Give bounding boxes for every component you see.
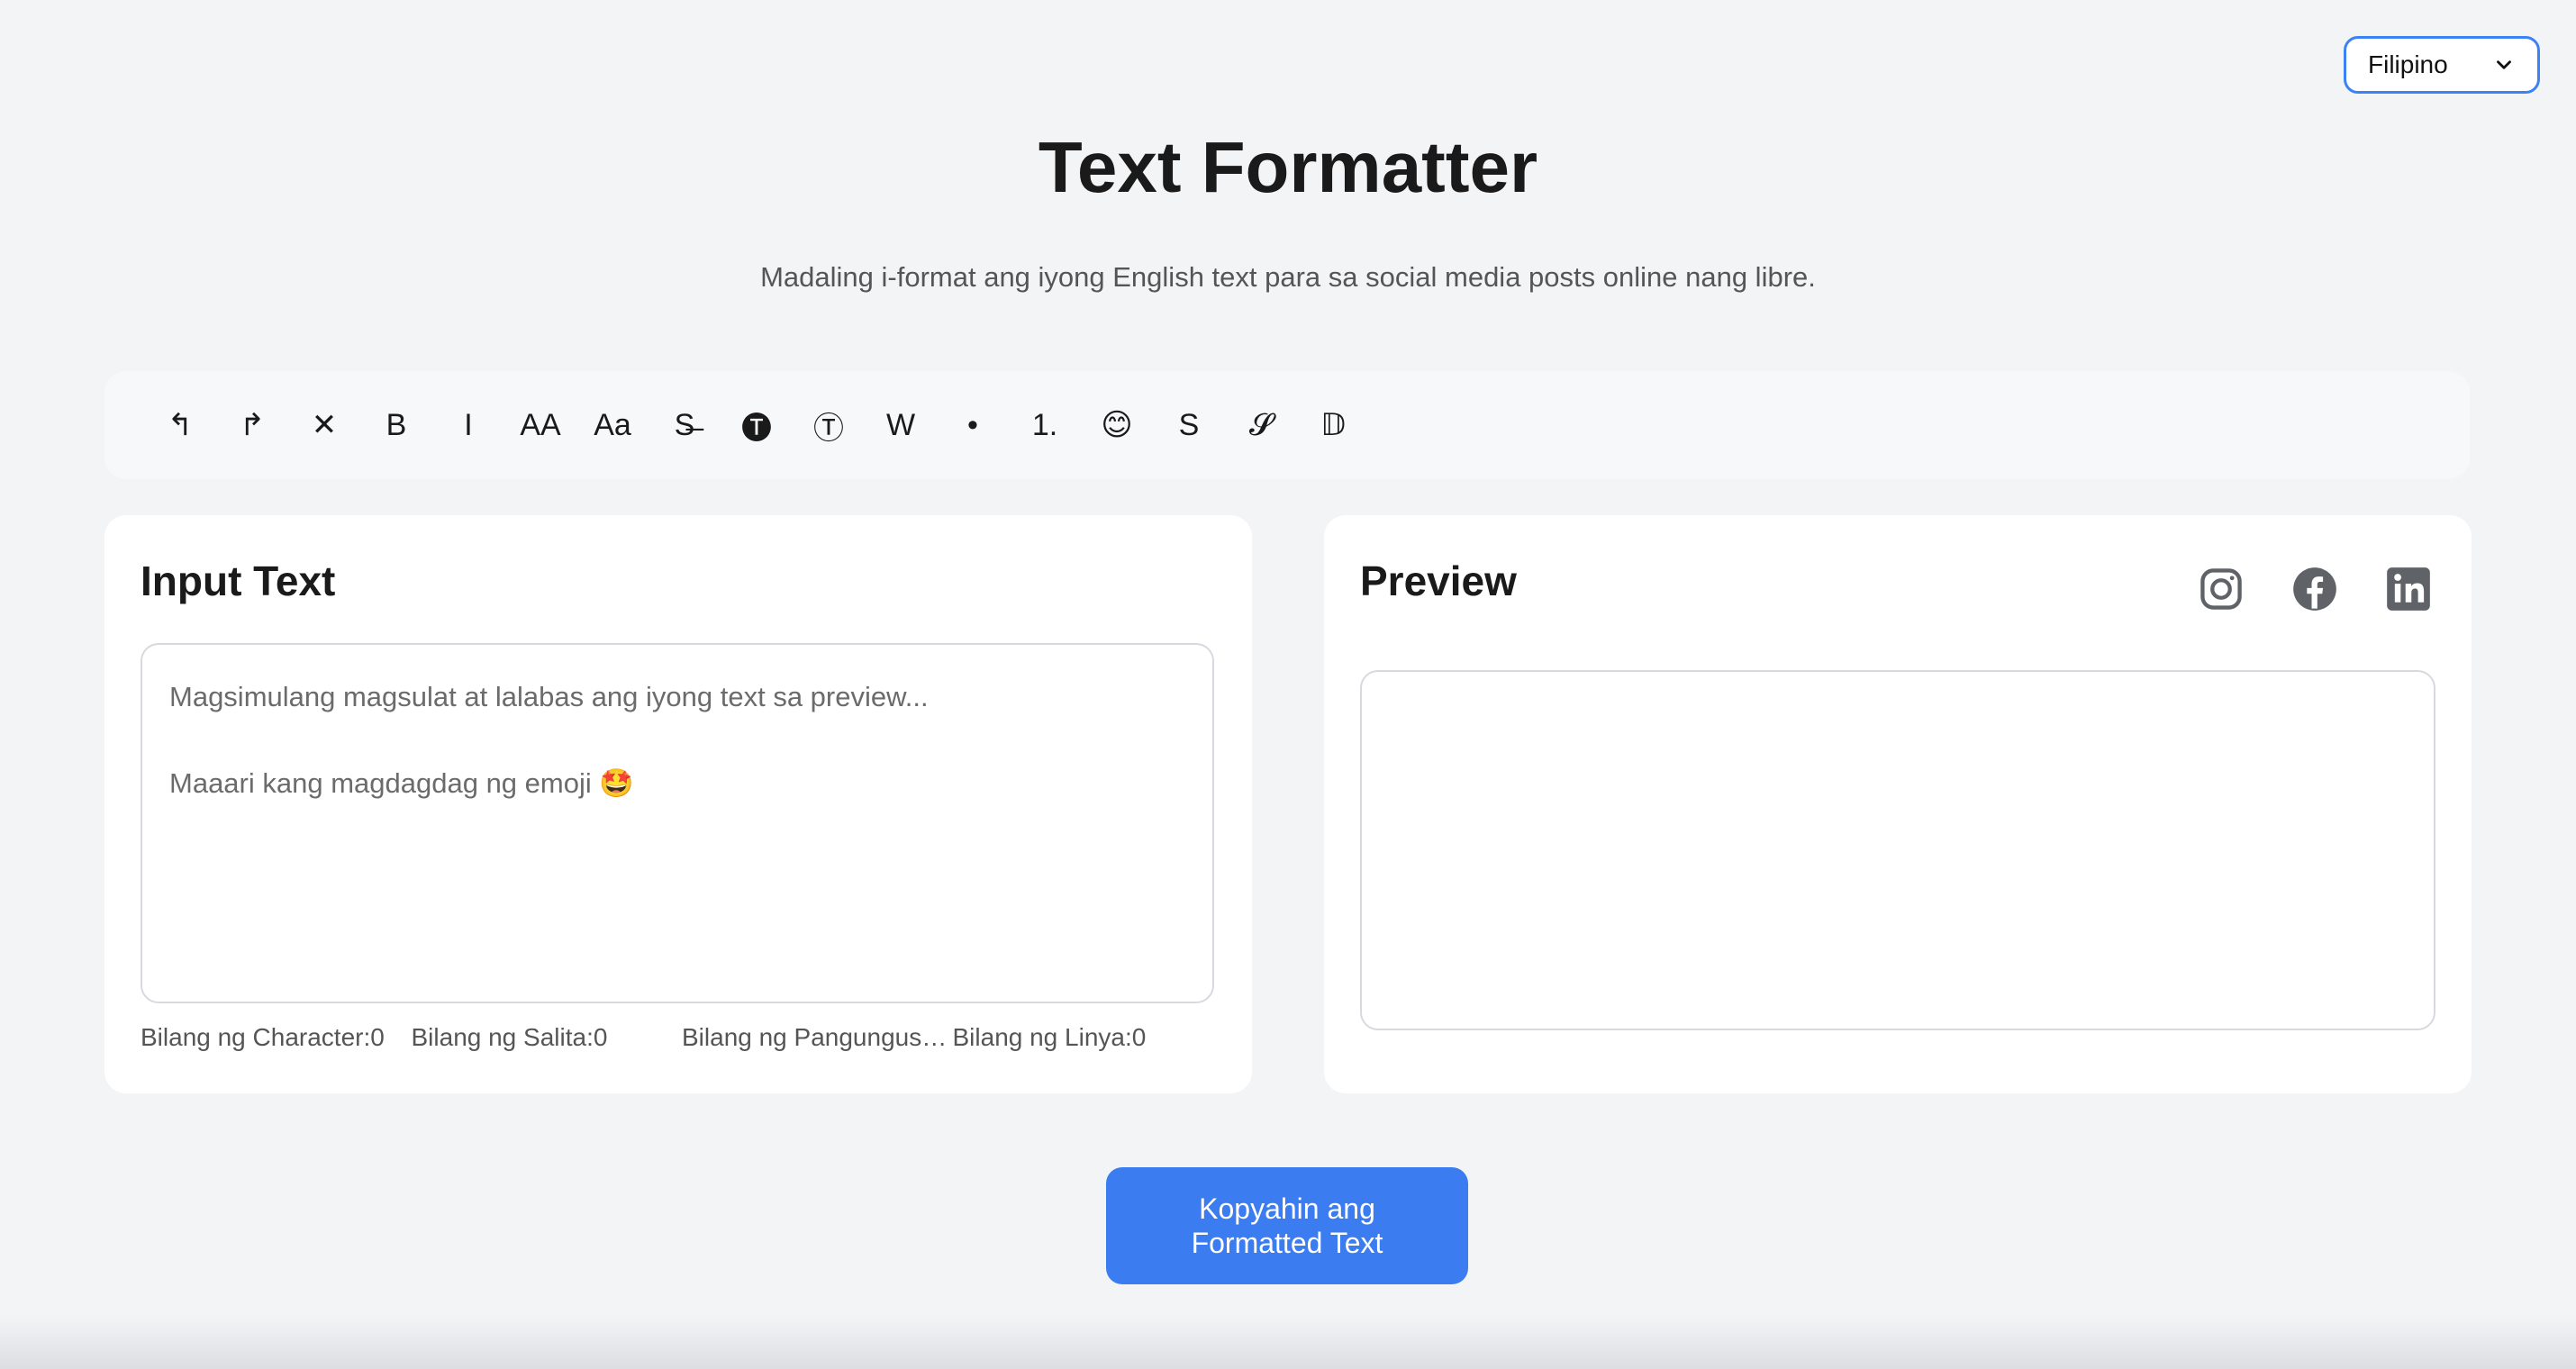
social-icons [2198, 566, 2432, 612]
facebook-icon[interactable] [2291, 566, 2338, 612]
language-select-value: Filipino [2368, 50, 2448, 78]
circled-filled-button[interactable]: 🅣 [721, 389, 793, 461]
wide-button[interactable]: W [865, 389, 937, 461]
input-title: Input Text [141, 558, 336, 604]
instagram-icon[interactable] [2198, 566, 2245, 612]
circled-button[interactable]: Ⓣ [793, 389, 865, 461]
page-subtitle: Madaling i-format ang iyong English text… [760, 261, 1816, 293]
preview-card: Preview [1324, 515, 2472, 1093]
preview-box [1360, 670, 2435, 1030]
sans-serif-button[interactable]: S [1153, 389, 1225, 461]
input-card: Input Text Magsimulang magsulat at lalab… [104, 515, 1252, 1093]
preview-title: Preview [1360, 558, 1517, 604]
page-title: Text Formatter [1038, 127, 1538, 207]
word-count: Bilang ng Salita:0 [411, 1023, 608, 1051]
emoji-button[interactable]: 😊 [1081, 389, 1153, 461]
capitalize-button[interactable]: Aa [576, 389, 649, 461]
chevron-down-icon [2497, 60, 2511, 69]
numbered-list-button[interactable]: 1. [1009, 389, 1081, 461]
format-toolbar: ↰ ↱ ✕ B I AA Aa S̶ 🅣 Ⓣ W • 1. 😊 S 𝓢 𝔻 [104, 371, 2470, 479]
sentence-count: Bilang ng Pangungusap:0 [682, 1023, 953, 1051]
copy-formatted-text-button[interactable]: Kopyahin ang Formatted Text [1106, 1167, 1468, 1284]
clear-button[interactable]: ✕ [288, 389, 360, 461]
strikethrough-button[interactable]: S̶ [649, 389, 721, 461]
language-select[interactable]: Filipino [2344, 36, 2540, 94]
undo-button[interactable]: ↰ [144, 389, 216, 461]
bullet-list-button[interactable]: • [937, 389, 1009, 461]
bottom-shadow [0, 1315, 2576, 1369]
line-count: Bilang ng Linya:0 [952, 1023, 1147, 1051]
redo-button[interactable]: ↱ [216, 389, 288, 461]
character-count: Bilang ng Character:0 [141, 1023, 385, 1051]
uppercase-button[interactable]: AA [504, 389, 576, 461]
linkedin-icon[interactable] [2385, 566, 2432, 612]
bold-button[interactable]: B [360, 389, 432, 461]
script-button[interactable]: 𝓢 [1225, 389, 1297, 461]
counters: Bilang ng Character:0 Bilang ng Salita:0… [141, 1023, 1221, 1052]
italic-button[interactable]: I [432, 389, 504, 461]
double-struck-button[interactable]: 𝔻 [1297, 389, 1369, 461]
input-textarea[interactable]: Magsimulang magsulat at lalabas ang iyon… [141, 643, 1214, 1003]
